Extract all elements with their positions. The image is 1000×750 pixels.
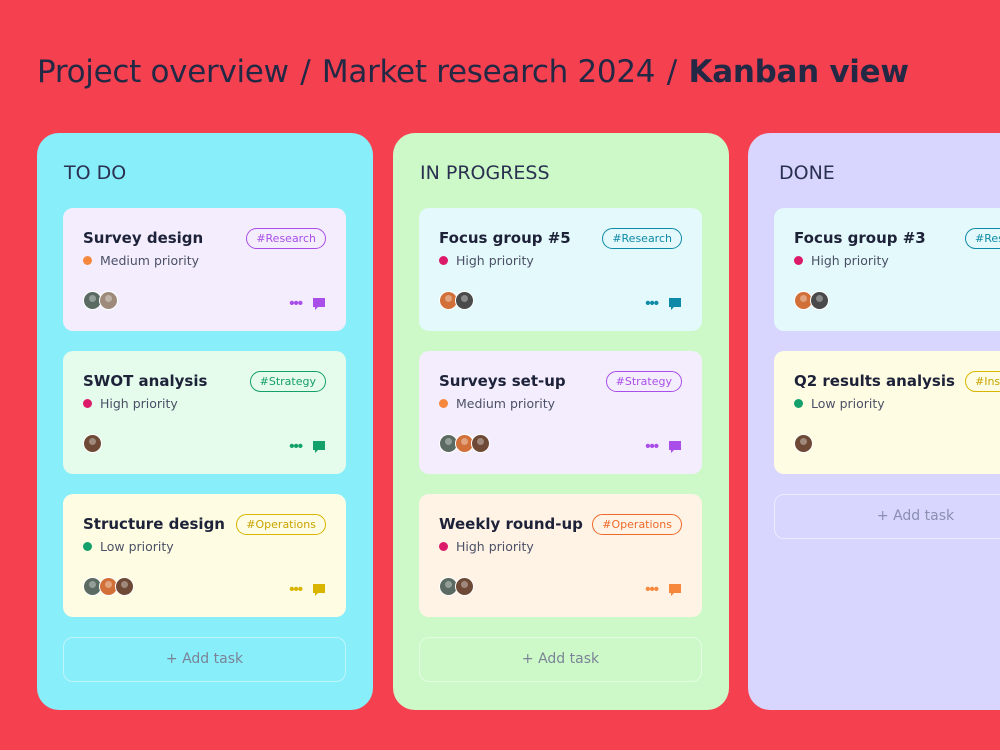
more-dots-icon[interactable]: •••: [289, 439, 303, 454]
priority-dot-icon: [83, 256, 92, 265]
avatar[interactable]: [99, 291, 118, 310]
add-task-button[interactable]: + Add task: [774, 494, 1000, 539]
breadcrumb-current-kanban-view: Kanban view: [688, 54, 909, 90]
comment-bubble-icon[interactable]: [668, 440, 682, 454]
comment-bubble-icon[interactable]: [312, 297, 326, 311]
assignees: [83, 577, 134, 596]
assignees: [439, 434, 490, 453]
avatar[interactable]: [455, 577, 474, 596]
avatar[interactable]: [794, 434, 813, 453]
more-dots-icon[interactable]: •••: [645, 439, 659, 454]
card-actions: •••: [645, 296, 682, 311]
column-title: DONE: [779, 162, 835, 184]
card-title: Focus group #3: [794, 229, 926, 247]
comment-bubble-icon[interactable]: [668, 583, 682, 597]
assignees: [439, 291, 474, 310]
task-card-q2-results-analysis[interactable]: Q2 results analysis #Ins Low priority: [774, 351, 1000, 474]
avatar[interactable]: [83, 434, 102, 453]
tag-insights[interactable]: #Ins: [965, 371, 1000, 392]
priority-label: High priority: [456, 539, 534, 554]
priority-dot-icon: [439, 256, 448, 265]
card-actions: •••: [289, 582, 326, 597]
priority-indicator: Medium priority: [439, 396, 682, 411]
card-actions: •••: [289, 296, 326, 311]
column-title: IN PROGRESS: [420, 162, 550, 184]
priority-indicator: High priority: [439, 539, 682, 554]
kanban-board: TO DO Survey design #Research Medium pri…: [0, 133, 1000, 710]
task-card-surveys-set-up[interactable]: Surveys set-up #Strategy Medium priority…: [419, 351, 702, 474]
breadcrumb-market-research[interactable]: Market research 2024: [322, 54, 656, 90]
avatar[interactable]: [471, 434, 490, 453]
breadcrumb-separator: /: [300, 54, 311, 90]
column-done: DONE Focus group #3 #Rese High priority …: [748, 133, 1000, 710]
task-card-survey-design[interactable]: Survey design #Research Medium priority …: [63, 208, 346, 331]
priority-indicator: High priority: [794, 253, 994, 268]
column-title: TO DO: [64, 162, 127, 184]
priority-indicator: High priority: [83, 396, 326, 411]
priority-label: Medium priority: [100, 253, 200, 268]
task-card-focus-group-5[interactable]: Focus group #5 #Research High priority •…: [419, 208, 702, 331]
tag-research[interactable]: #Research: [246, 228, 326, 249]
task-card-focus-group-3[interactable]: Focus group #3 #Rese High priority: [774, 208, 1000, 331]
assignees: [794, 291, 829, 310]
priority-dot-icon: [794, 256, 803, 265]
column-in-progress: IN PROGRESS Focus group #5 #Research Hig…: [393, 133, 729, 710]
task-card-swot-analysis[interactable]: SWOT analysis #Strategy High priority ••…: [63, 351, 346, 474]
avatar[interactable]: [455, 291, 474, 310]
priority-dot-icon: [83, 542, 92, 551]
add-task-button[interactable]: + Add task: [63, 637, 346, 682]
comment-bubble-icon[interactable]: [312, 440, 326, 454]
card-actions: •••: [289, 439, 326, 454]
priority-label: Low priority: [811, 396, 885, 411]
breadcrumb-separator: /: [666, 54, 677, 90]
assignees: [83, 291, 118, 310]
more-dots-icon[interactable]: •••: [289, 296, 303, 311]
priority-indicator: Low priority: [83, 539, 326, 554]
card-actions: •••: [645, 439, 682, 454]
comment-bubble-icon[interactable]: [312, 583, 326, 597]
priority-dot-icon: [439, 542, 448, 551]
priority-dot-icon: [439, 399, 448, 408]
tag-strategy[interactable]: #Strategy: [249, 371, 326, 392]
tag-strategy[interactable]: #Strategy: [605, 371, 682, 392]
priority-label: High priority: [811, 253, 889, 268]
more-dots-icon[interactable]: •••: [645, 296, 659, 311]
priority-label: Low priority: [100, 539, 174, 554]
priority-indicator: High priority: [439, 253, 682, 268]
task-card-weekly-round-up[interactable]: Weekly round-up #Operations High priorit…: [419, 494, 702, 617]
comment-bubble-icon[interactable]: [668, 297, 682, 311]
card-title: Q2 results analysis: [794, 372, 955, 390]
tag-operations[interactable]: #Operations: [236, 514, 326, 535]
priority-dot-icon: [794, 399, 803, 408]
add-task-button[interactable]: + Add task: [419, 637, 702, 682]
more-dots-icon[interactable]: •••: [645, 582, 659, 597]
breadcrumb-project-overview[interactable]: Project overview: [37, 54, 289, 90]
card-actions: •••: [645, 582, 682, 597]
priority-label: High priority: [456, 253, 534, 268]
avatar[interactable]: [115, 577, 134, 596]
breadcrumb: Project overview / Market research 2024 …: [37, 54, 909, 90]
priority-label: Medium priority: [456, 396, 556, 411]
priority-indicator: Low priority: [794, 396, 994, 411]
tag-operations[interactable]: #Operations: [592, 514, 682, 535]
column-todo: TO DO Survey design #Research Medium pri…: [37, 133, 373, 710]
assignees: [794, 434, 813, 453]
task-card-structure-design[interactable]: Structure design #Operations Low priorit…: [63, 494, 346, 617]
assignees: [439, 577, 474, 596]
tag-research[interactable]: #Research: [602, 228, 682, 249]
avatar[interactable]: [810, 291, 829, 310]
more-dots-icon[interactable]: •••: [289, 582, 303, 597]
priority-label: High priority: [100, 396, 178, 411]
priority-indicator: Medium priority: [83, 253, 326, 268]
tag-research[interactable]: #Rese: [965, 228, 1000, 249]
assignees: [83, 434, 102, 453]
priority-dot-icon: [83, 399, 92, 408]
